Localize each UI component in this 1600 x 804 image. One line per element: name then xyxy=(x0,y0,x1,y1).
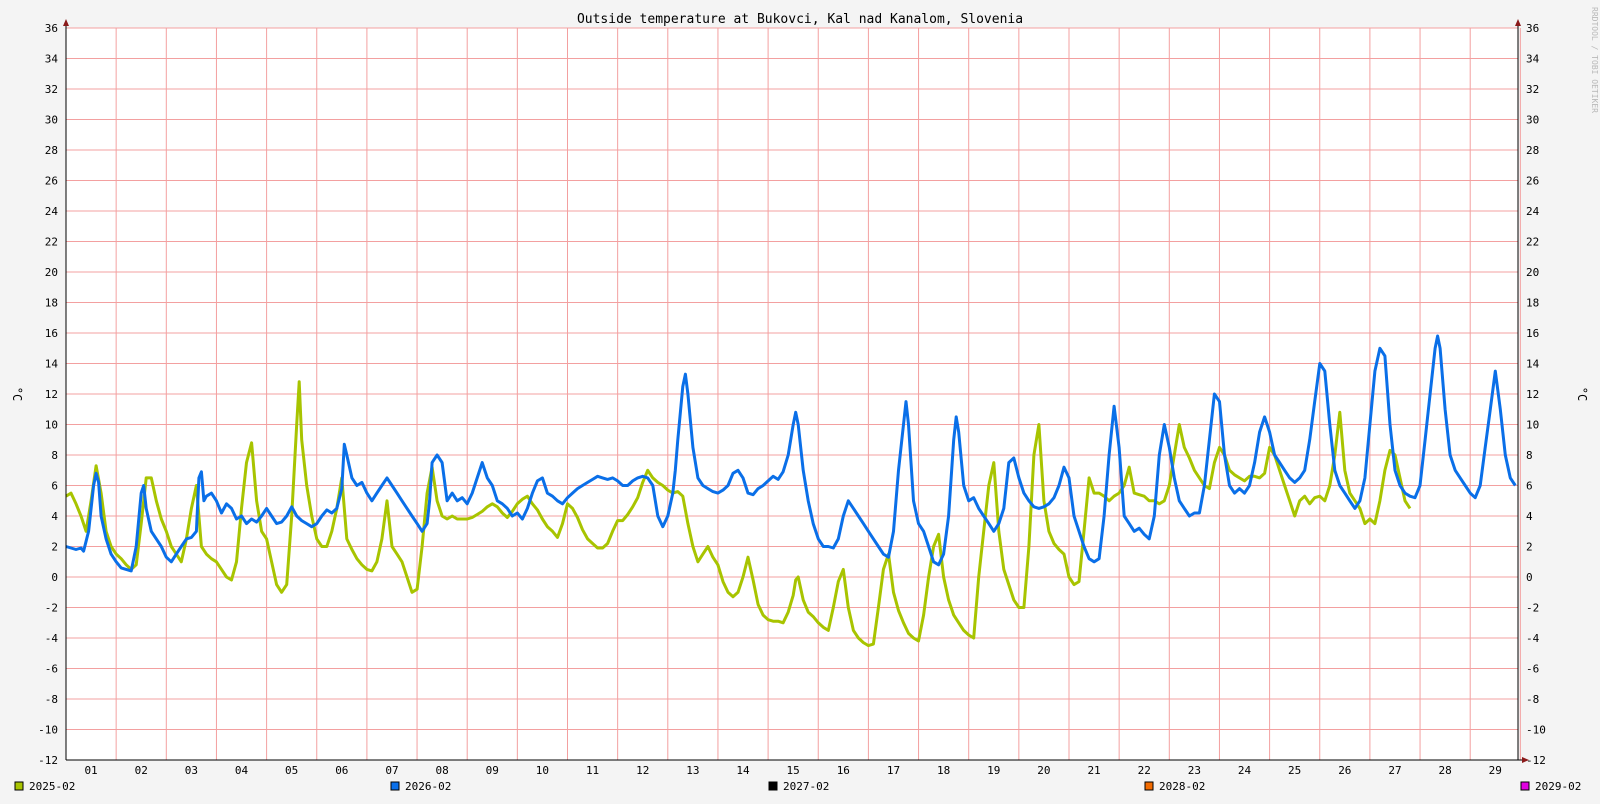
x-tick-label: 28 xyxy=(1439,764,1452,777)
y-tick-label: -8 xyxy=(45,693,58,706)
y-tick-label: 2 xyxy=(1526,541,1533,554)
y-tick-label: 18 xyxy=(45,297,58,310)
y-tick-label: 0 xyxy=(51,571,58,584)
y-tick-label: 22 xyxy=(1526,236,1539,249)
y-tick-label: 32 xyxy=(45,83,58,96)
x-tick-label: 08 xyxy=(436,764,449,777)
y-tick-label: 8 xyxy=(1526,449,1533,462)
x-tick-label: 29 xyxy=(1489,764,1502,777)
y-tick-label: 10 xyxy=(45,419,58,432)
x-tick-label: 25 xyxy=(1288,764,1301,777)
legend-swatch xyxy=(768,781,778,791)
y-tick-label: -10 xyxy=(1526,724,1546,737)
y-tick-label: 22 xyxy=(45,236,58,249)
y-tick-label: 4 xyxy=(51,510,58,523)
y-tick-label: 26 xyxy=(45,175,58,188)
x-tick-label: 23 xyxy=(1188,764,1201,777)
x-tick-labels: 01 02 03 04 05 06 07 08 09 10 11 12 13 14 15 16 17 18 19 20… xyxy=(84,764,1501,777)
x-tick-label: 24 xyxy=(1238,764,1252,777)
y-tick-label: 12 xyxy=(45,388,58,401)
y-tick-label: 20 xyxy=(1526,266,1539,279)
y-tick-label: -10 xyxy=(38,724,58,737)
legend-swatch xyxy=(390,781,400,791)
y-tick-label: 28 xyxy=(45,144,58,157)
x-tick-label: 18 xyxy=(937,764,950,777)
x-tick-label: 12 xyxy=(636,764,649,777)
y-tick-label: 12 xyxy=(1526,388,1539,401)
y-tick-label: 34 xyxy=(45,53,59,66)
y-tick-label: 28 xyxy=(1526,144,1539,157)
y-tick-label: -2 xyxy=(45,602,58,615)
y-tick-label: 36 xyxy=(45,22,58,35)
x-tick-label: 15 xyxy=(787,764,800,777)
x-tick-label: 07 xyxy=(385,764,398,777)
y-tick-label: 26 xyxy=(1526,175,1539,188)
y-tick-label: 2 xyxy=(51,541,58,554)
x-tick-label: 27 xyxy=(1388,764,1401,777)
legend-swatch xyxy=(14,781,24,791)
temperature-chart: -12-10-8-6-4-202468101214161820222426283… xyxy=(0,0,1600,800)
y-tick-label: 34 xyxy=(1526,53,1540,66)
y-tick-label: 30 xyxy=(1526,114,1539,127)
legend-label: 2027-02 xyxy=(783,780,829,793)
y-tick-label: 14 xyxy=(45,358,59,371)
y-tick-label: 20 xyxy=(45,266,58,279)
x-tick-label: 06 xyxy=(335,764,348,777)
x-tick-label: 26 xyxy=(1338,764,1351,777)
x-tick-label: 02 xyxy=(135,764,148,777)
legend-swatch xyxy=(1144,781,1154,791)
y-tick-label: 0 xyxy=(1526,571,1533,584)
x-tick-label: 03 xyxy=(185,764,198,777)
y-tick-label: 36 xyxy=(1526,22,1539,35)
y-tick-label: 10 xyxy=(1526,419,1539,432)
x-tick-label: 16 xyxy=(837,764,850,777)
legend-swatch xyxy=(1520,781,1530,791)
y-tick-label: 24 xyxy=(45,205,59,218)
y-tick-label: 30 xyxy=(45,114,58,127)
x-tick-label: 10 xyxy=(536,764,549,777)
x-tick-label: 20 xyxy=(1037,764,1050,777)
x-tick-label: 01 xyxy=(84,764,97,777)
y-axis-label-right: °C xyxy=(1575,387,1589,401)
watermark: RRDTOOL / TOBI OETIKER xyxy=(1590,7,1599,113)
x-tick-label: 11 xyxy=(586,764,599,777)
y-tick-label: -4 xyxy=(1526,632,1540,645)
legend-label: 2026-02 xyxy=(405,780,451,793)
y-tick-label: 14 xyxy=(1526,358,1540,371)
y-tick-label: 8 xyxy=(51,449,58,462)
x-tick-label: 14 xyxy=(736,764,750,777)
y-tick-label: 4 xyxy=(1526,510,1533,523)
y-tick-label: -12 xyxy=(38,754,58,767)
y-tick-label: 24 xyxy=(1526,205,1540,218)
legend-label: 2029-02 xyxy=(1535,780,1581,793)
y-tick-label: 16 xyxy=(1526,327,1539,340)
legend-label: 2025-02 xyxy=(29,780,75,793)
y-tick-label: -2 xyxy=(1526,602,1539,615)
x-tick-label: 09 xyxy=(486,764,499,777)
y-tick-label: 6 xyxy=(1526,480,1533,493)
y-tick-label: -8 xyxy=(1526,693,1539,706)
x-tick-label: 13 xyxy=(686,764,699,777)
x-tick-label: 05 xyxy=(285,764,298,777)
y-tick-label: -6 xyxy=(45,663,58,676)
chart-title: Outside temperature at Bukovci, Kal nad … xyxy=(577,12,1023,27)
y-tick-label: 18 xyxy=(1526,297,1539,310)
y-tick-label: 6 xyxy=(51,480,58,493)
y-tick-label: -4 xyxy=(45,632,59,645)
y-tick-label: 16 xyxy=(45,327,58,340)
y-tick-label: -6 xyxy=(1526,663,1539,676)
legend-label: 2028-02 xyxy=(1159,780,1205,793)
y-tick-label: -12 xyxy=(1526,754,1546,767)
chart-container: -12 -10 -8 -6 -4 -2 0 2 4 6 8 10 12 14 16 18 20 22 24 26 28 3… xyxy=(0,0,1600,800)
x-tick-label: 22 xyxy=(1138,764,1151,777)
x-tick-label: 04 xyxy=(235,764,249,777)
y-tick-label: 32 xyxy=(1526,83,1539,96)
x-tick-label: 21 xyxy=(1087,764,1100,777)
y-axis-label-left: °C xyxy=(10,387,24,401)
x-tick-label: 19 xyxy=(987,764,1000,777)
x-tick-label: 17 xyxy=(887,764,900,777)
